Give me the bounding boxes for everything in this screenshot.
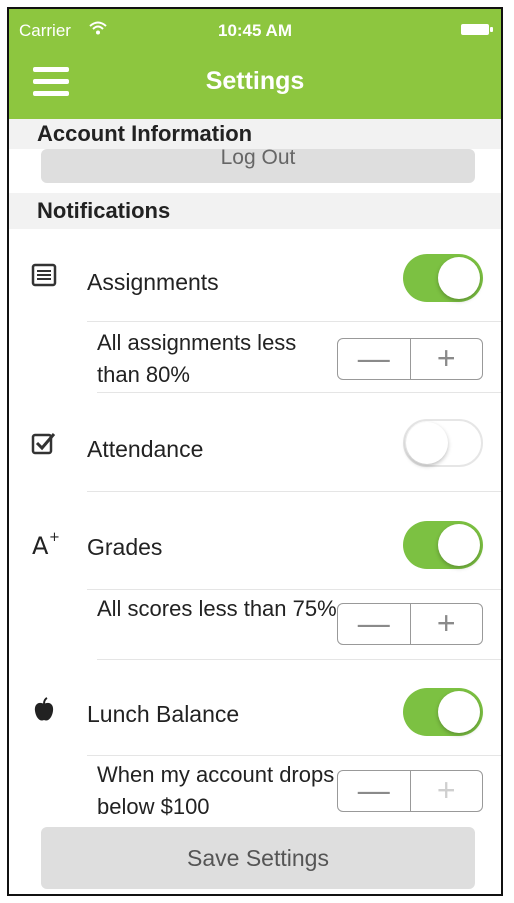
- checkbox-icon: [31, 431, 61, 461]
- attendance-toggle[interactable]: [403, 419, 483, 467]
- page-title: Settings: [205, 67, 305, 95]
- divider: [87, 321, 501, 322]
- notification-row-assignments: Assignments: [9, 249, 501, 309]
- notification-label: Attendance: [87, 436, 204, 462]
- lunch-balance-toggle[interactable]: [403, 688, 483, 736]
- notification-label: Assignments: [87, 269, 219, 295]
- increment-button[interactable]: +: [411, 339, 483, 379]
- grades-stepper: — +: [337, 603, 483, 645]
- notification-row-attendance: Attendance: [9, 411, 501, 471]
- notification-label: Lunch Balance: [87, 701, 240, 727]
- lunch-balance-condition: When my account drops below $100: [97, 762, 335, 819]
- divider: [87, 589, 501, 590]
- divider: [97, 659, 501, 660]
- divider: [87, 491, 501, 492]
- section-header-notifications: Notifications: [9, 193, 501, 229]
- notification-row-lunch-balance: Lunch Balance: [9, 681, 501, 741]
- decrement-button[interactable]: —: [338, 339, 411, 379]
- phone-screen: Carrier 10:45 AM Settings Account Inform…: [7, 7, 503, 896]
- logout-button[interactable]: Log Out: [41, 149, 475, 183]
- divider: [87, 755, 501, 756]
- increment-button[interactable]: +: [411, 604, 483, 644]
- lunch-balance-stepper: — +: [337, 770, 483, 812]
- increment-button[interactable]: +: [411, 771, 483, 811]
- decrement-button[interactable]: —: [338, 771, 411, 811]
- assignments-condition: All assignments less than 80%: [97, 330, 297, 387]
- grades-condition: All scores less than 75%: [97, 596, 337, 621]
- nav-header: Carrier 10:45 AM Settings: [9, 9, 501, 119]
- notification-label: Grades: [87, 534, 163, 560]
- assignments-stepper: — +: [337, 338, 483, 380]
- divider: [97, 392, 501, 393]
- decrement-button[interactable]: —: [338, 604, 411, 644]
- battery-icon: [461, 24, 493, 35]
- apple-icon: [31, 696, 61, 726]
- save-settings-button[interactable]: Save Settings: [41, 827, 475, 889]
- a-plus-icon: A +: [31, 529, 61, 560]
- grades-toggle[interactable]: [403, 521, 483, 569]
- svg-text:+: +: [49, 530, 60, 545]
- assignments-toggle[interactable]: [403, 254, 483, 302]
- clock: 10:45 AM: [217, 21, 292, 40]
- status-bar: Carrier 10:45 AM: [9, 9, 501, 49]
- svg-text:A: A: [32, 532, 49, 557]
- section-header-account: Account Information: [9, 119, 501, 149]
- list-icon: [31, 263, 61, 293]
- notification-row-grades: A + Grades: [9, 514, 501, 574]
